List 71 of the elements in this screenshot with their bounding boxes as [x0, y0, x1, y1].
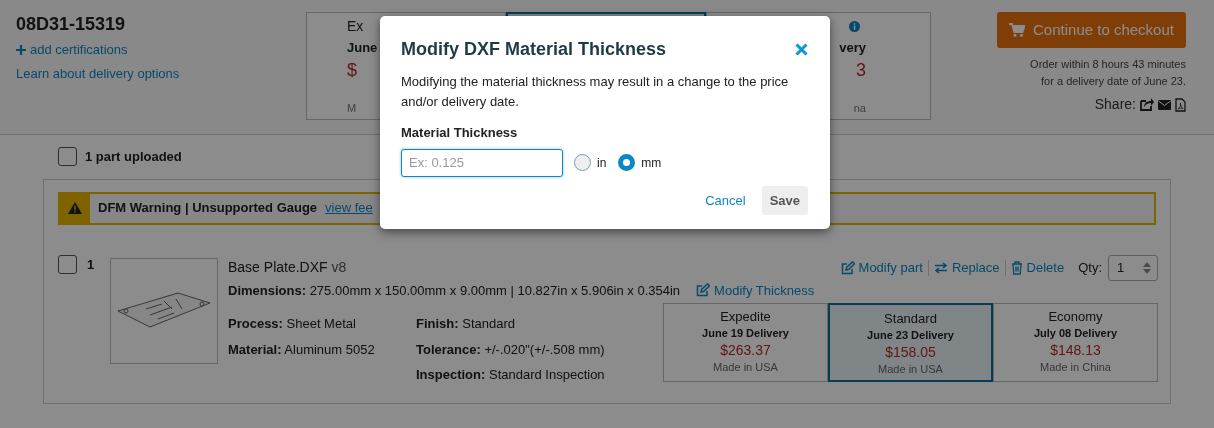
- option-label: Standard: [883, 310, 938, 327]
- cart-icon: [1009, 23, 1026, 37]
- origin: Made in China: [1039, 360, 1112, 375]
- order-deadline-note: for a delivery date of June 23.: [1040, 74, 1186, 89]
- price: $158.05: [884, 344, 937, 361]
- part-action-link[interactable]: Replace: [933, 257, 1000, 278]
- edit-icon: [696, 283, 711, 298]
- parts-count-label: 1 part uploaded: [85, 148, 182, 166]
- price: 3: [856, 59, 866, 81]
- spec-text: Material: Aluminum 5052: [228, 340, 376, 359]
- origin: M: [347, 101, 357, 116]
- trash-icon: [1010, 260, 1023, 275]
- modify-thickness-link[interactable]: Modify Thickness: [696, 280, 815, 300]
- edit-icon: [840, 260, 855, 275]
- view-fee-link[interactable]: view fee: [325, 198, 373, 218]
- quantity-field[interactable]: 1: [1108, 254, 1158, 281]
- order-id: 08D31-15319: [16, 14, 127, 34]
- spec-text: Tolerance: +/-.020"(+/-.508 mm): [416, 340, 606, 359]
- delivery-date: June 19 Delivery: [701, 326, 790, 341]
- price: $148.13: [1049, 342, 1102, 359]
- qty-label: Qty:: [1078, 258, 1102, 277]
- part-action-link[interactable]: Delete: [1010, 257, 1065, 278]
- order-deadline-note: Order within 8 hours 43 minutes: [1030, 57, 1186, 72]
- thickness-input-field[interactable]: Ex: 0.125: [401, 148, 563, 177]
- origin: Made in USA: [877, 362, 944, 377]
- unit-label: mm: [641, 154, 662, 172]
- part-action-link[interactable]: Modify part: [840, 257, 923, 278]
- dialog-title: Modify DXF Material Thickness: [401, 38, 667, 61]
- cancel-button[interactable]: Cancel: [697, 185, 754, 215]
- delivery-date: June: [347, 39, 378, 57]
- spinner-arrows-icon: [1143, 261, 1151, 274]
- save-button[interactable]: Save: [761, 185, 808, 215]
- unit-radio-button[interactable]: [574, 154, 591, 171]
- select-all-checkbox[interactable]: [58, 147, 77, 167]
- price: $: [347, 59, 357, 81]
- delivery-option-card[interactable]: Standard June 23 Delivery $158.05 Made in USA: [828, 303, 993, 382]
- plus-icon: [16, 44, 26, 55]
- option-label: Ex: [347, 17, 364, 36]
- dimensions-text: Dimensions: 275.00mm x 150.00mm x 9.00mm | 10.827in x 5.906in x 0.354in: [228, 281, 681, 300]
- unit-radio-button[interactable]: [618, 154, 636, 171]
- share-label: Share:: [1094, 95, 1136, 114]
- delivery-date: very: [839, 39, 866, 57]
- origin: na: [853, 101, 866, 116]
- part-version: v8: [331, 258, 347, 277]
- pdf-file-icon: [1175, 97, 1186, 112]
- close-button[interactable]: [795, 43, 808, 56]
- spec-text: Inspection: Standard Inspection: [416, 366, 606, 384]
- delivery-date: July 08 Delivery: [1032, 326, 1119, 341]
- price: $263.37: [719, 342, 772, 359]
- delivery-options-link[interactable]: Learn about delivery options: [16, 64, 306, 84]
- part-name: Base Plate.DXF: [228, 258, 328, 277]
- option-label: Expedite: [719, 308, 772, 325]
- origin: Made in USA: [712, 360, 779, 375]
- field-label: Material Thickness: [401, 124, 519, 142]
- spec-text: Process: Sheet Metal: [228, 315, 357, 333]
- part-number: 1: [86, 255, 95, 274]
- dialog-message: Modifying the material thickness may result in a change to the price and/or delivery date.: [401, 73, 790, 111]
- checkout-button[interactable]: Continue to checkout: [997, 12, 1186, 48]
- delivery-option-card[interactable]: Expedite June 19 Delivery $263.37 Made in USA: [663, 303, 828, 382]
- share-icon: [1140, 98, 1154, 111]
- option-label: Economy: [1047, 308, 1104, 325]
- swap-icon: [933, 261, 948, 274]
- delivery-option-card[interactable]: Economy July 08 Delivery $148.13 Made in China: [993, 303, 1158, 382]
- add-certifications-link[interactable]: add certifications: [16, 40, 128, 60]
- delivery-date: June 23 Delivery: [866, 328, 955, 343]
- spec-text: Finish: Standard: [416, 315, 516, 333]
- part-checkbox[interactable]: [58, 254, 77, 274]
- warning-icon: [68, 202, 82, 214]
- envelope-icon: [1158, 99, 1171, 110]
- unit-label: in: [597, 154, 607, 172]
- warning-title: DFM Warning | Unsupported Gauge: [98, 199, 318, 218]
